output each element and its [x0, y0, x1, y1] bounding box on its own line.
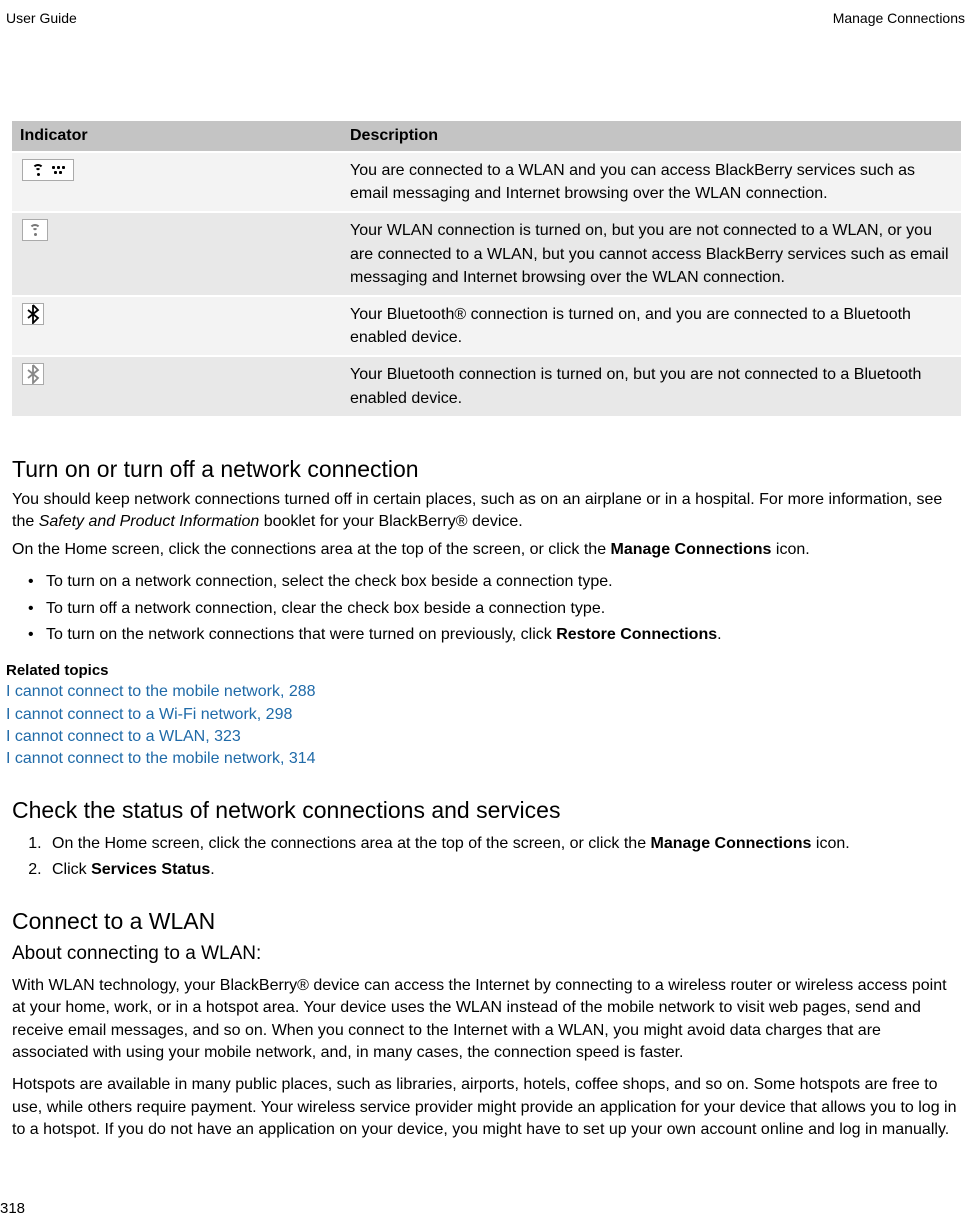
- related-link[interactable]: I cannot connect to the mobile network, …: [6, 748, 967, 770]
- related-link[interactable]: I cannot connect to a Wi-Fi network, 298: [6, 704, 967, 726]
- bluetooth-dim-icon: [22, 363, 44, 385]
- text-italic: Safety and Product Information: [39, 513, 260, 530]
- indicator-table: Indicator Description You are connected …: [12, 121, 961, 418]
- related-link[interactable]: I cannot connect to a WLAN, 323: [6, 726, 967, 748]
- text: To turn on a network connection, select …: [46, 573, 613, 590]
- bullet-list: To turn on a network connection, select …: [6, 568, 967, 648]
- text-bold: Services Status: [91, 861, 210, 878]
- text-bold: Manage Connections: [651, 835, 812, 852]
- cell-description: Your Bluetooth® connection is turned on,…: [342, 296, 961, 356]
- bluetooth-on-icon: [22, 303, 44, 325]
- text: booklet for your BlackBerry® device.: [259, 513, 522, 530]
- heading-check-status: Check the status of network connections …: [6, 797, 967, 824]
- wifi-bb-icon: [22, 159, 74, 181]
- paragraph: On the Home screen, click the connection…: [6, 539, 967, 561]
- heading-turn-on-off: Turn on or turn off a network connection: [6, 456, 967, 483]
- paragraph: Hotspots are available in many public pl…: [6, 1074, 967, 1141]
- text: Click: [52, 861, 91, 878]
- ordered-steps: On the Home screen, click the connection…: [6, 830, 967, 882]
- th-indicator: Indicator: [12, 121, 342, 152]
- cell-description: Your Bluetooth connection is turned on, …: [342, 356, 961, 416]
- text: icon.: [811, 835, 849, 852]
- list-item: To turn on a network connection, select …: [46, 570, 961, 595]
- cell-description: You are connected to a WLAN and you can …: [342, 152, 961, 212]
- heading-connect-wlan: Connect to a WLAN: [6, 908, 967, 935]
- paragraph: With WLAN technology, your BlackBerry® d…: [6, 975, 967, 1065]
- text: .: [717, 626, 721, 643]
- page-number: 318: [0, 1200, 25, 1217]
- text: On the Home screen, click the connection…: [12, 541, 611, 558]
- list-item: On the Home screen, click the connection…: [46, 832, 961, 856]
- related-links: I cannot connect to the mobile network, …: [6, 681, 967, 771]
- related-topics-heading: Related topics: [6, 662, 967, 679]
- header-left: User Guide: [6, 10, 77, 26]
- text: To turn off a network connection, clear …: [46, 600, 605, 617]
- paragraph: You should keep network connections turn…: [6, 489, 967, 534]
- text: icon.: [771, 541, 809, 558]
- wifi-dim-icon: [22, 219, 48, 241]
- page-header: User Guide Manage Connections: [6, 10, 967, 26]
- text-bold: Manage Connections: [611, 541, 772, 558]
- list-item: Click Services Status.: [46, 858, 961, 882]
- text: .: [210, 861, 214, 878]
- text-bold: Restore Connections: [556, 626, 717, 643]
- text: To turn on the network connections that …: [46, 626, 556, 643]
- table-row: Your WLAN connection is turned on, but y…: [12, 212, 961, 296]
- table-row: Your Bluetooth® connection is turned on,…: [12, 296, 961, 356]
- cell-description: Your WLAN connection is turned on, but y…: [342, 212, 961, 296]
- related-link[interactable]: I cannot connect to the mobile network, …: [6, 681, 967, 703]
- text: On the Home screen, click the connection…: [52, 835, 651, 852]
- table-row: Your Bluetooth connection is turned on, …: [12, 356, 961, 416]
- list-item: To turn on the network connections that …: [46, 623, 961, 648]
- subheading-about-wlan: About connecting to a WLAN:: [6, 943, 967, 965]
- header-right: Manage Connections: [833, 10, 965, 26]
- list-item: To turn off a network connection, clear …: [46, 597, 961, 622]
- table-row: You are connected to a WLAN and you can …: [12, 152, 961, 212]
- th-description: Description: [342, 121, 961, 152]
